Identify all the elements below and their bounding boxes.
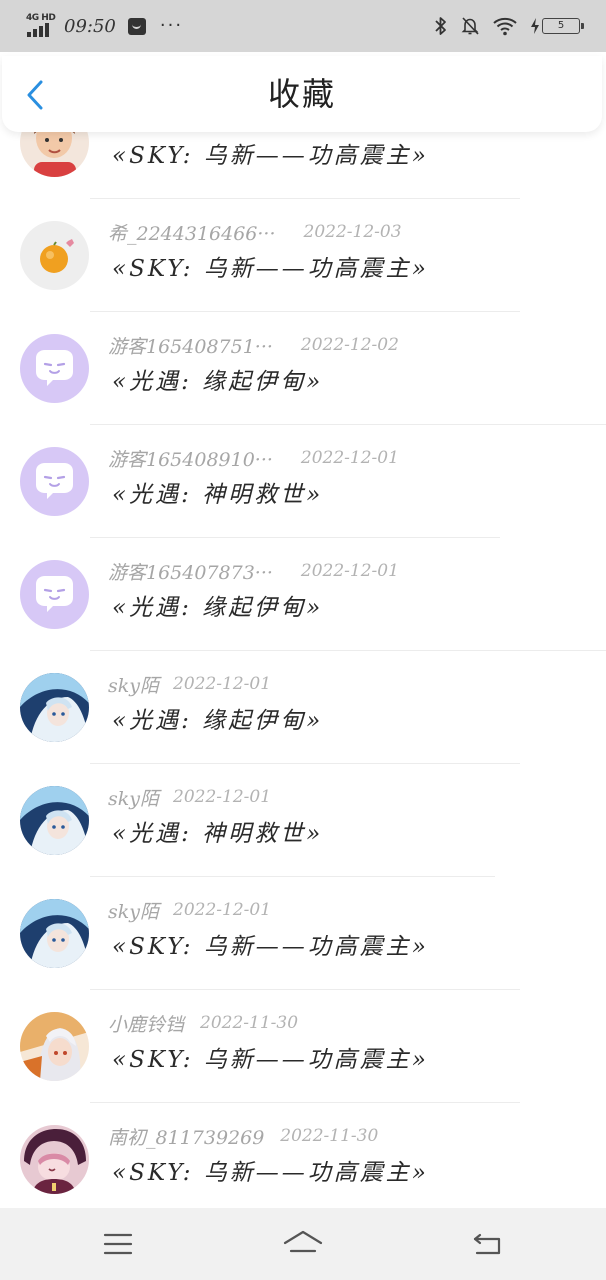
avatar — [20, 560, 89, 629]
home-icon — [283, 1230, 323, 1253]
item-meta: sky陌 2022-12-01 — [108, 673, 272, 697]
avatar — [20, 899, 89, 968]
home-button[interactable] — [283, 1226, 323, 1262]
item-meta: 游客165407873··· 2022-12-01 — [108, 560, 399, 584]
work-title: «光遇: 缘起伊甸» — [112, 595, 324, 621]
avatar — [20, 334, 89, 403]
work-title: «SKY: 乌新——功高震主» — [112, 1047, 429, 1073]
item-meta: 小鹿铃铛 2022-11-30 — [108, 1012, 299, 1036]
work-title: «SKY: 乌新——功高震主» — [112, 256, 429, 282]
work-title: «光遇: 神明救世» — [112, 821, 324, 847]
back-nav-button[interactable] — [467, 1226, 507, 1262]
item-date: 2022-12-03 — [303, 222, 402, 242]
author-name: 游客165408910··· — [108, 448, 273, 471]
avatar — [20, 221, 89, 290]
author-name: 希_2244316466··· — [108, 222, 276, 245]
item-date: 2022-11-30 — [280, 1126, 379, 1146]
work-title: «SKY: 乌新——功高震主» — [112, 1160, 429, 1186]
guest-chat-icon — [20, 334, 89, 403]
work-title: «SKY: 乌新——功高震主» — [112, 934, 429, 960]
author-name: sky陌 — [108, 674, 159, 697]
item-meta: sky陌 2022-12-01 — [108, 786, 272, 810]
avatar — [20, 673, 89, 742]
item-date: 2022-12-01 — [300, 561, 399, 581]
author-name: sky陌 — [108, 900, 159, 923]
page-title: 收藏 — [267, 75, 336, 113]
list-item[interactable]: 希_2244316466··· 2022-12-03 «SKY: 乌新——功高震… — [0, 199, 606, 312]
list-item[interactable]: 游客165408910··· 2022-12-01 «光遇: 神明救世» — [0, 425, 606, 538]
item-date: 2022-12-01 — [173, 674, 272, 694]
guest-chat-icon — [20, 447, 89, 516]
menu-button[interactable] — [98, 1226, 138, 1262]
author-name: 南初_811739269 — [108, 1126, 265, 1149]
work-title: «光遇: 缘起伊甸» — [112, 708, 324, 734]
menu-icon — [103, 1233, 133, 1255]
work-title: «光遇: 缘起伊甸» — [112, 369, 324, 395]
item-date: 2022-12-01 — [300, 448, 399, 468]
item-meta: 希_2244316466··· 2022-12-03 — [108, 221, 402, 245]
item-date: 2022-12-01 — [173, 900, 272, 920]
item-meta: 游客165408751··· 2022-12-02 — [108, 334, 399, 358]
item-meta: sky陌 2022-12-01 — [108, 899, 272, 923]
item-meta: 南初_811739269 2022-11-30 — [108, 1125, 379, 1149]
avatar — [20, 786, 89, 855]
list-item[interactable]: sky陌 2022-12-01 «光遇: 缘起伊甸» — [0, 651, 606, 764]
avatar — [20, 1012, 89, 1081]
list-item[interactable]: sky陌 2022-12-01 «光遇: 神明救世» — [0, 764, 606, 877]
author-name: 游客165408751··· — [108, 335, 273, 358]
list-item[interactable]: 南初_811739269 2022-11-30 «SKY: 乌新——功高震主» — [0, 1103, 606, 1208]
item-date: 2022-11-30 — [200, 1013, 299, 1033]
favorites-list[interactable]: «SKY: 乌新——功高震主» 希_2244316466··· 2022-12-… — [0, 0, 606, 1208]
author-name: sky陌 — [108, 787, 159, 810]
item-date: 2022-12-02 — [300, 335, 399, 355]
work-title: «SKY: 乌新——功高震主» — [112, 143, 429, 169]
app-header: 收藏 — [2, 56, 602, 132]
author-name: 游客165407873··· — [108, 561, 273, 584]
item-date: 2022-12-01 — [173, 787, 272, 807]
item-meta: 游客165408910··· 2022-12-01 — [108, 447, 399, 471]
list-item[interactable]: sky陌 2022-12-01 «SKY: 乌新——功高震主» — [0, 877, 606, 990]
return-icon — [473, 1233, 501, 1255]
avatar — [20, 447, 89, 516]
author-name: 小鹿铃铛 — [108, 1013, 185, 1036]
system-navigation-bar — [0, 1208, 606, 1280]
list-item[interactable]: 游客165408751··· 2022-12-02 «光遇: 缘起伊甸» — [0, 312, 606, 425]
list-item[interactable]: 小鹿铃铛 2022-11-30 «SKY: 乌新——功高震主» — [0, 990, 606, 1103]
work-title: «光遇: 神明救世» — [112, 482, 324, 508]
avatar — [20, 1125, 89, 1194]
list-item[interactable]: 游客165407873··· 2022-12-01 «光遇: 缘起伊甸» — [0, 538, 606, 651]
guest-chat-icon — [20, 560, 89, 629]
